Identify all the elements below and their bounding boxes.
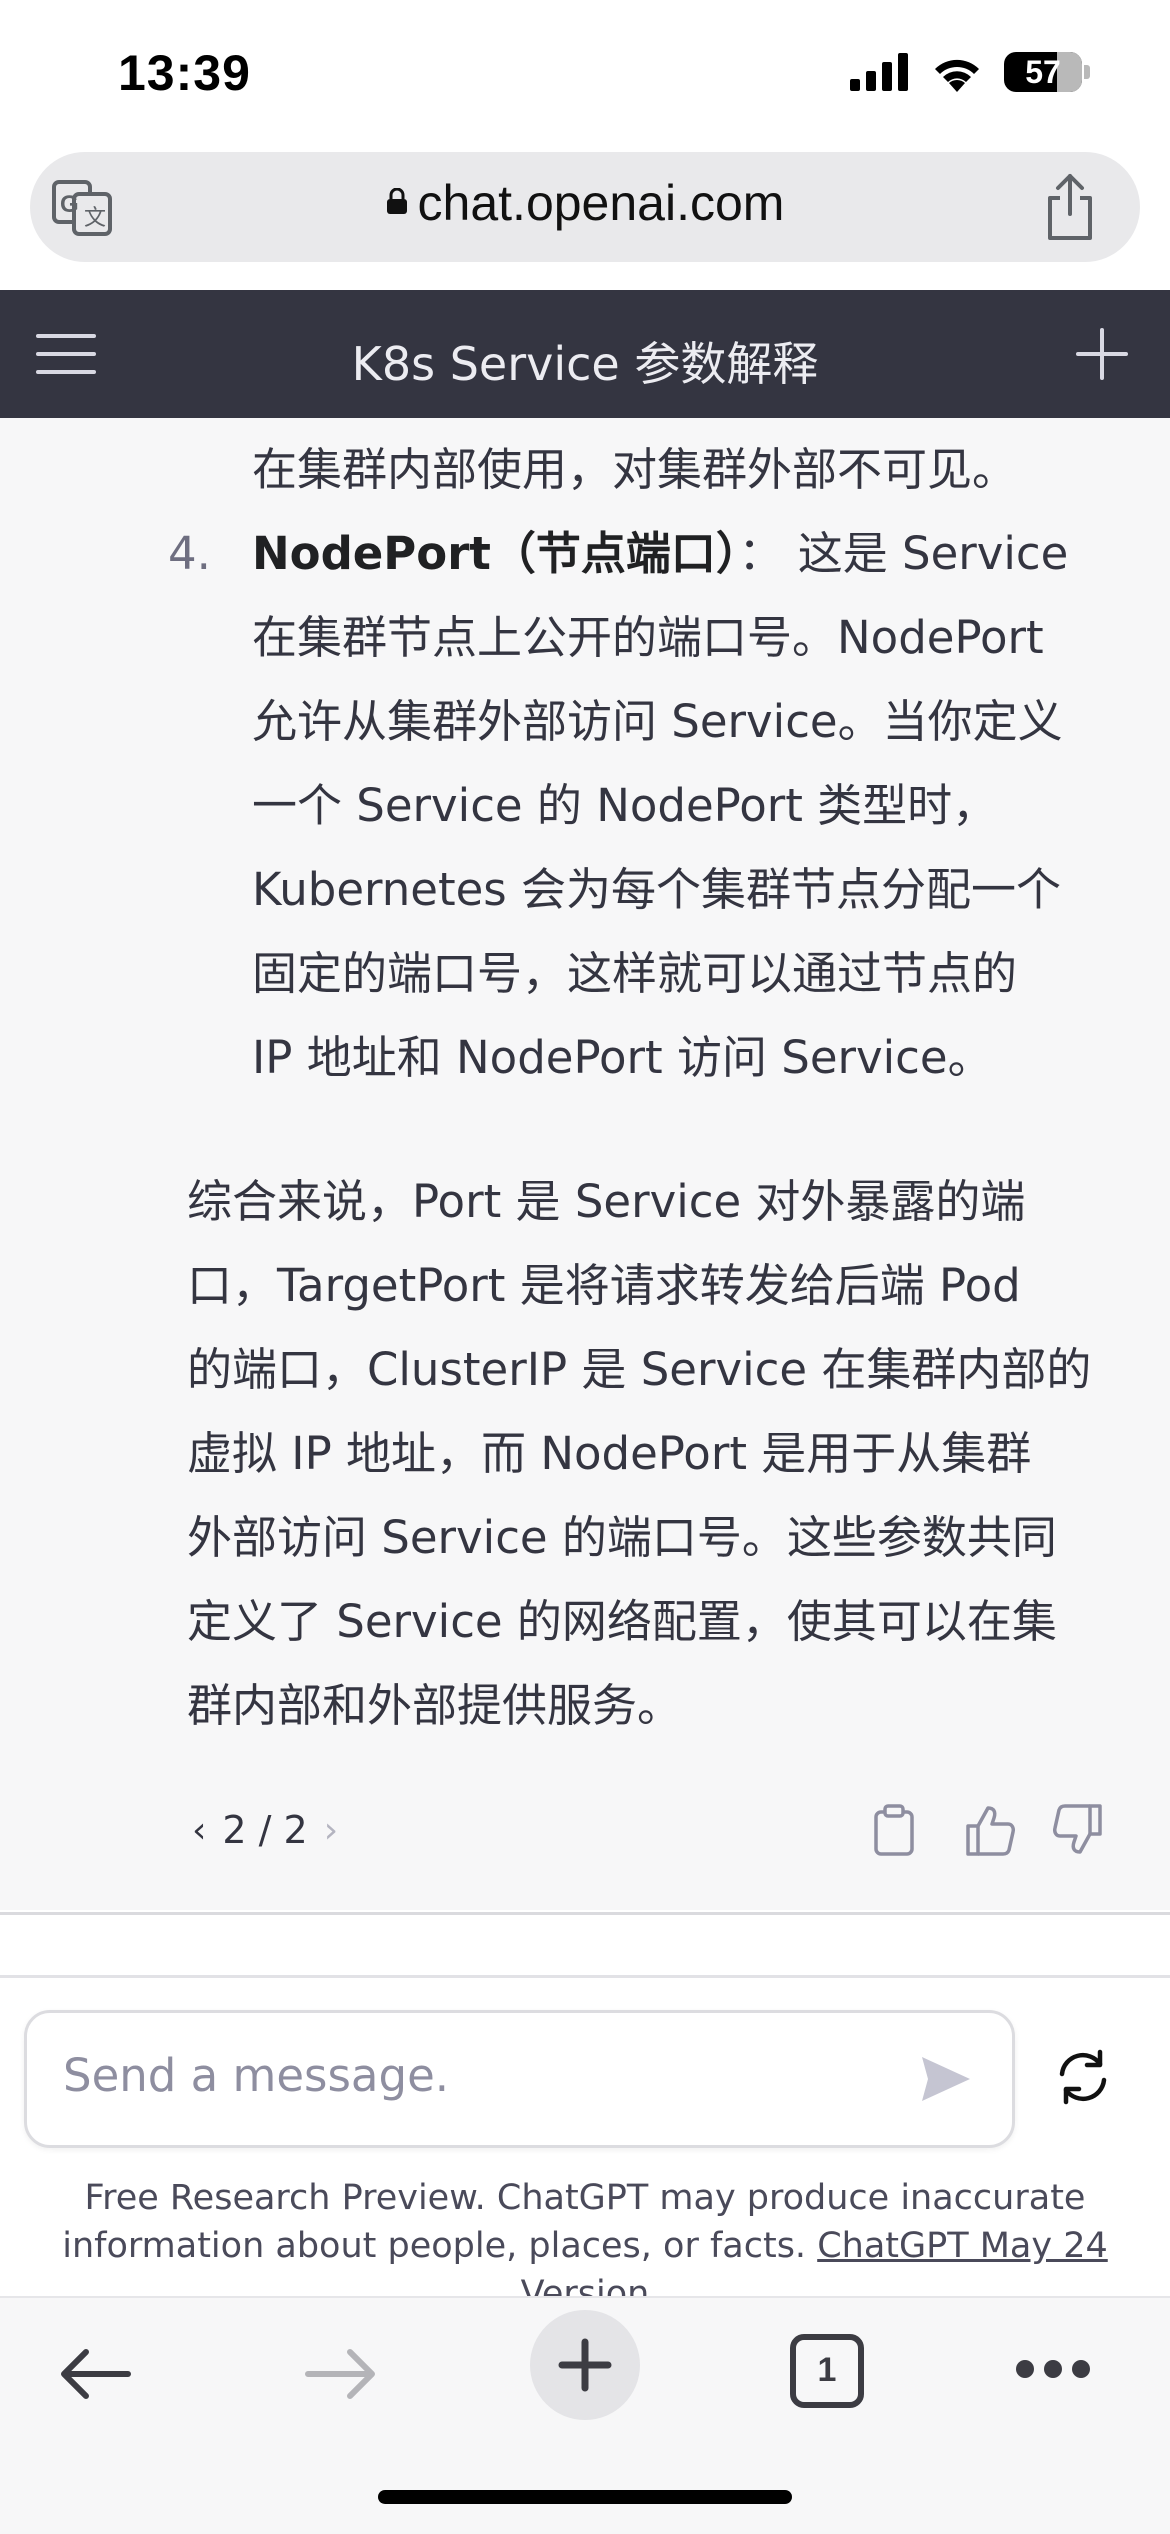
home-indicator (378, 2490, 792, 2504)
list-item-text: 在集群内部使用，对集群外部不可见。 (252, 443, 1018, 496)
list-item-line: 在集群节点上公开的端口号。NodePort (252, 611, 1044, 664)
pager-count: 2 / 2 (222, 1808, 308, 1852)
message-actions: ‹ 2 / 2 › (0, 1794, 1170, 1874)
list-item-line: Kubernetes 会为每个集群节点分配一个 (252, 863, 1062, 916)
list-item-line: NodePort（节点端口）： 这是 Service (252, 527, 1069, 580)
thumbs-down-icon[interactable] (1050, 1802, 1106, 1858)
summary-line: 的端口，ClusterIP 是 Service 在集群内部的 (187, 1343, 1092, 1396)
address-bar[interactable]: G 文 chat.openai.com (30, 152, 1140, 262)
url-text: chat.openai.com (417, 175, 785, 231)
response-pager: ‹ 2 / 2 › (192, 1808, 338, 1852)
status-icons: 57 (850, 52, 1090, 92)
battery-level: 57 (1025, 53, 1061, 90)
chat-header: K8s Service 参数解释 (0, 290, 1170, 418)
list-item-line: IP 地址和 NodePort 访问 Service。 (252, 1031, 993, 1084)
list-item-line: 固定的端口号，这样就可以通过节点的 (252, 947, 1018, 1000)
copy-icon[interactable] (866, 1802, 922, 1858)
cellular-signal-icon (850, 53, 908, 91)
composer: Send a message. Free Research Preview. C… (0, 1975, 1170, 2314)
plus-icon (558, 2338, 612, 2392)
send-icon[interactable] (920, 2055, 972, 2103)
thumbs-up-icon[interactable] (962, 1802, 1018, 1858)
lock-icon (386, 187, 407, 214)
new-tab-button[interactable] (530, 2310, 640, 2420)
list-item-line: 一个 Service 的 NodePort 类型时， (252, 779, 998, 832)
forward-arrow-icon[interactable] (300, 2344, 380, 2404)
chevron-right-icon[interactable]: › (324, 1810, 338, 1851)
list-item-line: 允许从集群外部访问 Service。当你定义 (252, 695, 1063, 748)
summary-line: 群内部和外部提供服务。 (187, 1679, 683, 1732)
regenerate-icon[interactable] (1054, 2048, 1112, 2106)
url-display[interactable]: chat.openai.com (30, 174, 1140, 232)
status-bar: 13:39 57 (0, 0, 1170, 150)
assistant-message: 在集群内部使用，对集群外部不可见。 4. NodePort（节点端口）： 这是 … (0, 418, 1170, 1915)
back-arrow-icon[interactable] (56, 2344, 136, 2404)
message-placeholder: Send a message. (63, 2049, 450, 2102)
summary-line: 虚拟 IP 地址，而 NodePort 是用于从集群 (187, 1427, 1032, 1480)
term-nodeport: NodePort（节点端口） (252, 527, 739, 580)
conversation-title: K8s Service 参数解释 (351, 337, 819, 391)
chevron-left-icon[interactable]: ‹ (192, 1810, 206, 1851)
share-icon[interactable] (1040, 172, 1100, 242)
divider (0, 1912, 1170, 1915)
summary-line: 综合来说，Port 是 Service 对外暴露的端 (187, 1175, 1026, 1228)
summary-line: 外部访问 Service 的端口号。这些参数共同 (187, 1511, 1057, 1564)
battery-icon: 57 (1004, 52, 1082, 92)
tabs-button[interactable]: 1 (790, 2334, 864, 2408)
wifi-icon (935, 59, 979, 92)
list-number: 4. (168, 527, 211, 580)
summary-line: 口，TargetPort 是将请求转发给后端 Pod (187, 1259, 1021, 1312)
status-time: 13:39 (118, 45, 251, 101)
new-chat-icon[interactable] (1076, 328, 1128, 380)
summary-line: 定义了 Service 的网络配置，使其可以在集 (187, 1595, 1057, 1648)
more-icon[interactable] (1016, 2360, 1090, 2378)
message-input[interactable]: Send a message. (24, 2010, 1015, 2148)
